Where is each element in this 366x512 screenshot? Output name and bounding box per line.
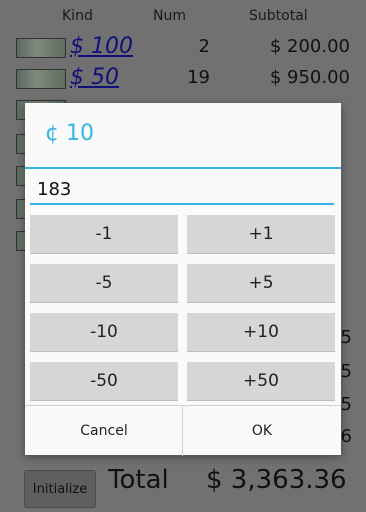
title-divider	[25, 167, 341, 169]
plus-5-button[interactable]: +5	[187, 264, 335, 302]
banknote-image	[16, 38, 66, 58]
kind-link[interactable]: $ 100	[70, 34, 133, 59]
plus-10-button[interactable]: +10	[187, 313, 335, 351]
table-row: $ 50 19 $ 950.00	[0, 63, 366, 93]
row-subtotal-edge: 5	[340, 394, 352, 415]
cancel-button[interactable]: Cancel	[25, 406, 183, 456]
total-label: Total	[108, 465, 169, 495]
row-subtotal: $ 200.00	[269, 36, 350, 57]
header-subtotal: Subtotal	[249, 8, 308, 24]
row-subtotal: $ 950.00	[269, 67, 350, 88]
minus-10-button[interactable]: -10	[30, 313, 178, 351]
row-num[interactable]: 19	[187, 67, 210, 88]
header-kind: Kind	[62, 8, 93, 24]
table-header: Kind Num Subtotal	[0, 8, 366, 28]
kind-link[interactable]: $ 50	[70, 65, 119, 90]
minus-1-button[interactable]: -1	[30, 215, 178, 253]
plus-50-button[interactable]: +50	[187, 362, 335, 400]
header-num: Num	[153, 8, 186, 24]
dialog-title: ¢ 10	[45, 121, 94, 146]
table-row: $ 100 2 $ 200.00	[0, 32, 366, 62]
row-subtotal-edge: 5	[340, 327, 352, 348]
quantity-dialog: ¢ 10 -1 +1 -5 +5 -10 +10 -50 +50 Cancel …	[25, 103, 341, 456]
row-num[interactable]: 2	[199, 36, 210, 57]
plus-1-button[interactable]: +1	[187, 215, 335, 253]
ok-button[interactable]: OK	[183, 406, 341, 456]
dialog-actions: Cancel OK	[25, 405, 341, 456]
initialize-button[interactable]: Initialize	[24, 470, 96, 508]
banknote-image	[16, 69, 66, 89]
row-subtotal-edge: 6	[340, 426, 352, 447]
total-value: $ 3,363.36	[206, 465, 347, 495]
row-subtotal-edge: 5	[340, 361, 352, 382]
minus-50-button[interactable]: -50	[30, 362, 178, 400]
minus-5-button[interactable]: -5	[30, 264, 178, 302]
quantity-input[interactable]	[30, 175, 334, 205]
